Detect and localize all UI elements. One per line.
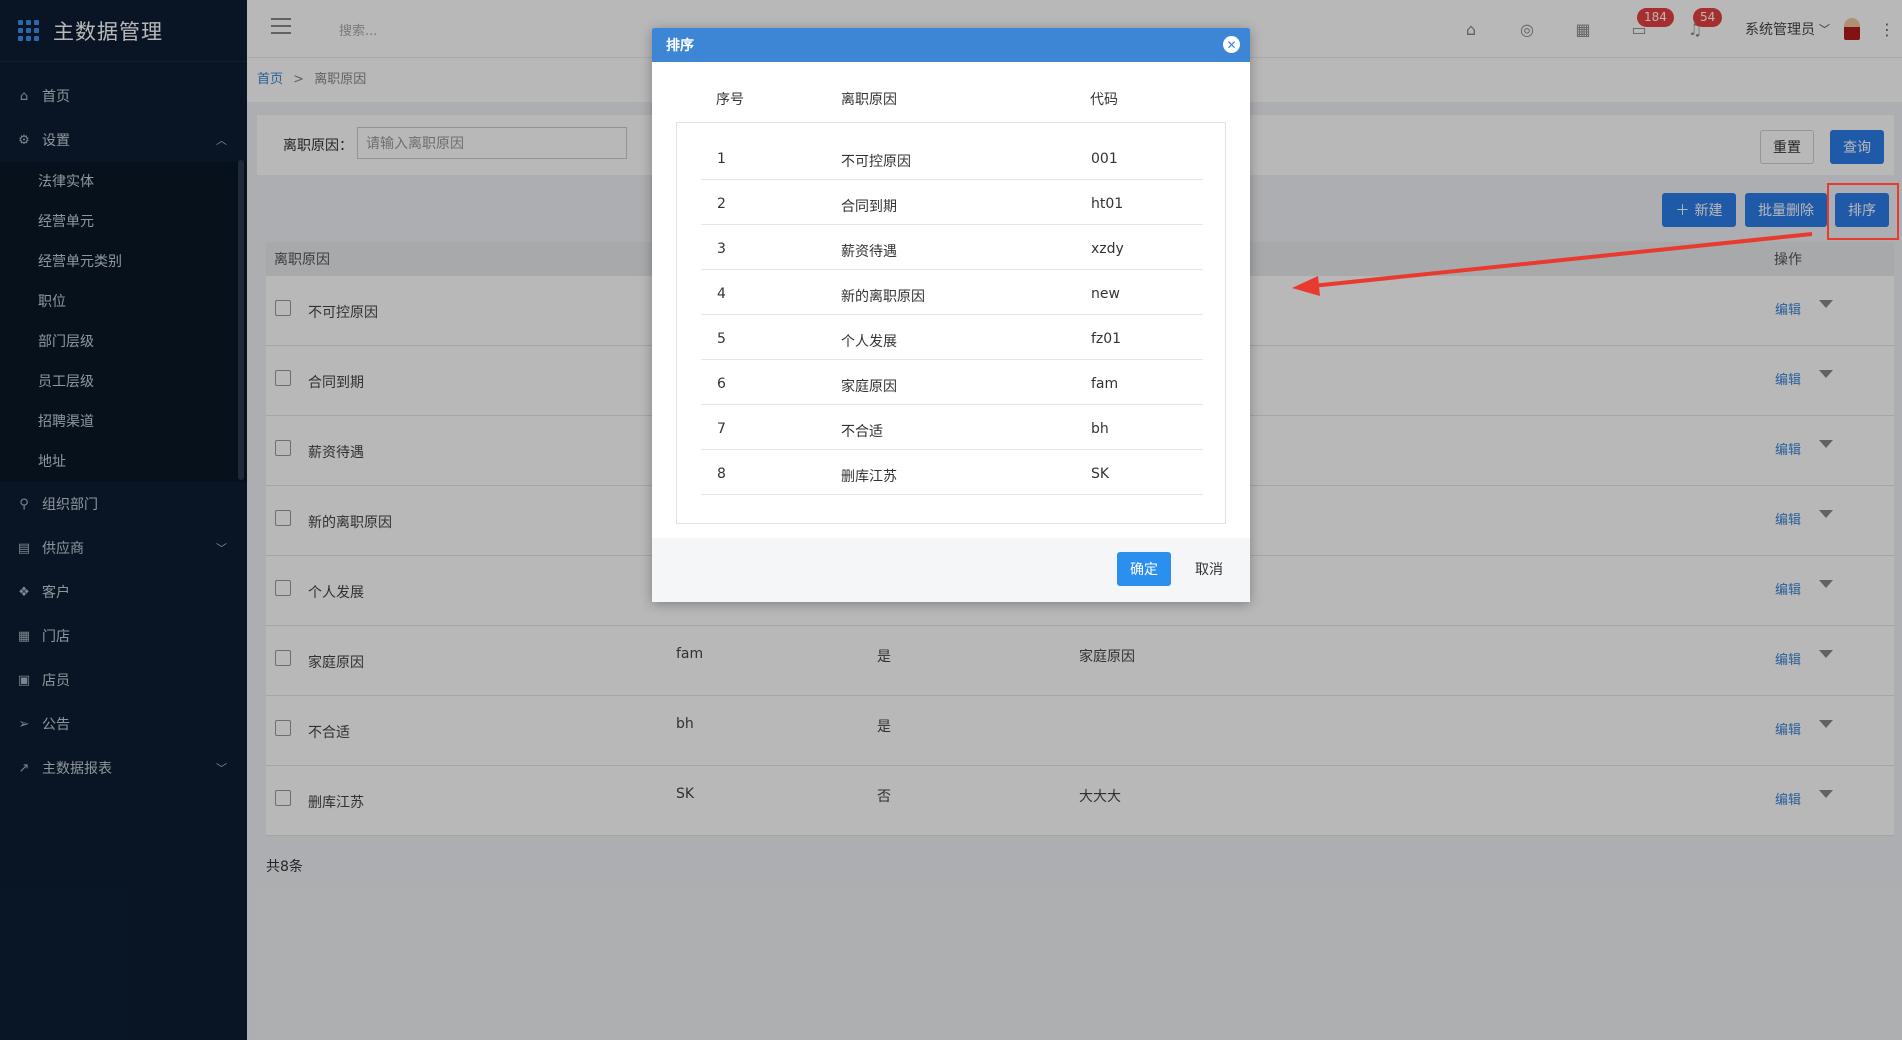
- row-reason: 家庭原因: [841, 379, 897, 395]
- row-reason: 不合适: [841, 424, 883, 440]
- row-reason: 合同到期: [841, 199, 897, 215]
- dialog-header: 排序 ✕: [652, 28, 1250, 62]
- column-header-code: 代码: [1090, 92, 1118, 108]
- row-code: SK: [1091, 466, 1110, 482]
- row-code: fam: [1091, 376, 1119, 392]
- row-seq: 7: [717, 421, 726, 437]
- row-reason: 新的离职原因: [841, 289, 925, 305]
- sort-dialog: 排序 ✕ 序号 离职原因 代码 1 不可控原因 001 2 合同到期 ht01 3 薪资待遇 x…: [652, 28, 1250, 602]
- row-code: fz01: [1091, 331, 1122, 347]
- row-reason: 不可控原因: [841, 154, 911, 170]
- dialog-title: 排序: [666, 38, 694, 54]
- sortable-row[interactable]: 3 薪资待遇 xzdy: [701, 225, 1203, 270]
- row-code: bh: [1091, 421, 1109, 437]
- row-seq: 2: [717, 196, 726, 212]
- row-seq: 6: [717, 376, 726, 392]
- row-code: new: [1091, 286, 1120, 302]
- row-seq: 1: [717, 151, 726, 167]
- cancel-button[interactable]: 取消: [1184, 552, 1234, 586]
- row-code: xzdy: [1091, 241, 1124, 257]
- row-code: 001: [1091, 151, 1118, 167]
- row-reason: 个人发展: [841, 334, 897, 350]
- sortable-row[interactable]: 6 家庭原因 fam: [701, 360, 1203, 405]
- sortable-row[interactable]: 8 删库江苏 SK: [701, 450, 1203, 495]
- dialog-footer: 确定 取消: [652, 538, 1250, 602]
- column-header-seq: 序号: [716, 92, 744, 108]
- sortable-row[interactable]: 5 个人发展 fz01: [701, 315, 1203, 360]
- sortable-row[interactable]: 1 不可控原因 001: [701, 135, 1203, 180]
- row-seq: 8: [717, 466, 726, 482]
- row-code: ht01: [1091, 196, 1124, 212]
- sortable-row[interactable]: 7 不合适 bh: [701, 405, 1203, 450]
- sortable-row[interactable]: 4 新的离职原因 new: [701, 270, 1203, 315]
- row-reason: 薪资待遇: [841, 244, 897, 260]
- dialog-column-headers: 序号 离职原因 代码: [652, 62, 1250, 126]
- row-seq: 3: [717, 241, 726, 257]
- sortable-list: 1 不可控原因 001 2 合同到期 ht01 3 薪资待遇 xzdy 4 新的离职原因 new 5 个人…: [676, 122, 1226, 524]
- row-reason: 删库江苏: [841, 469, 897, 485]
- sortable-row[interactable]: 2 合同到期 ht01: [701, 180, 1203, 225]
- close-icon[interactable]: ✕: [1223, 36, 1240, 53]
- row-seq: 5: [717, 331, 726, 347]
- row-seq: 4: [717, 286, 726, 302]
- annotation-highlight-box: [1827, 183, 1899, 240]
- column-header-reason: 离职原因: [841, 92, 897, 108]
- confirm-button[interactable]: 确定: [1117, 552, 1171, 586]
